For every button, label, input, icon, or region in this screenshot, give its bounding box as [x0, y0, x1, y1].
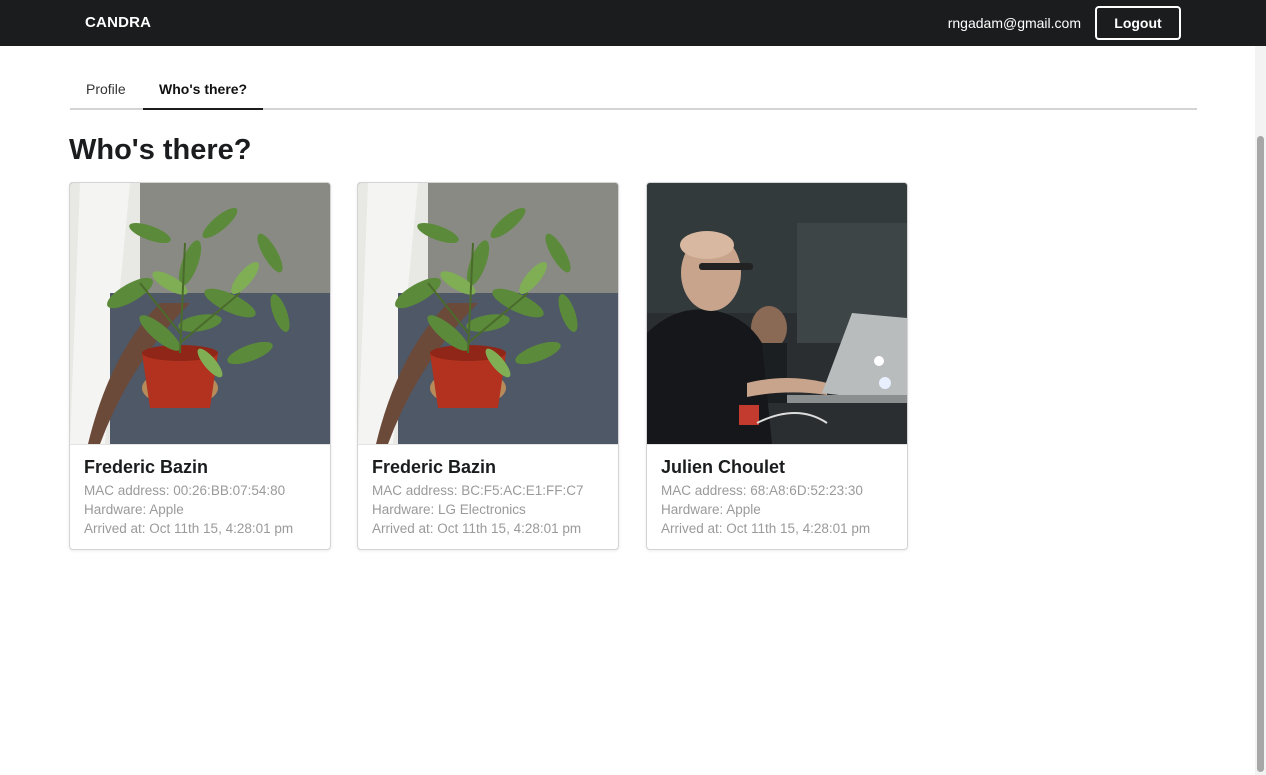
- tab-bar: Profile Who's there?: [70, 70, 1197, 110]
- device-card-body: Frederic Bazin MAC address: 00:26:BB:07:…: [70, 444, 330, 549]
- device-arrived-at: Arrived at: Oct 11th 15, 4:28:01 pm: [661, 521, 871, 536]
- tab-profile[interactable]: Profile: [70, 70, 142, 110]
- device-owner-name: Frederic Bazin: [372, 457, 497, 477]
- plant-photo: [358, 183, 618, 444]
- device-owner-name: Julien Choulet: [661, 457, 786, 477]
- plant-photo: [70, 183, 330, 444]
- device-mac: MAC address: 68:A8:6D:52:23:30: [661, 483, 863, 498]
- device-card-body: Frederic Bazin MAC address: BC:F5:AC:E1:…: [358, 444, 618, 549]
- device-mac: MAC address: 00:26:BB:07:54:80: [84, 483, 286, 498]
- device-arrived-at: Arrived at: Oct 11th 15, 4:28:01 pm: [372, 521, 582, 536]
- device-card-body: Julien Choulet MAC address: 68:A8:6D:52:…: [647, 444, 907, 549]
- device-hardware: Hardware: Apple: [84, 502, 184, 517]
- brand-logo[interactable]: CANDRA: [85, 14, 151, 31]
- logout-button[interactable]: Logout: [1095, 6, 1181, 40]
- top-nav-bar: CANDRA rngadam@gmail.com Logout: [0, 0, 1266, 46]
- device-arrived-at: Arrived at: Oct 11th 15, 4:28:01 pm: [84, 521, 294, 536]
- page-title: Who's there?: [69, 134, 252, 166]
- device-hardware: Hardware: Apple: [661, 502, 761, 517]
- device-hardware: Hardware: LG Electronics: [372, 502, 526, 517]
- device-mac: MAC address: BC:F5:AC:E1:FF:C7: [372, 483, 584, 498]
- device-card[interactable]: Julien Choulet MAC address: 68:A8:6D:52:…: [646, 182, 908, 550]
- person-photo: [647, 183, 907, 444]
- device-card[interactable]: Frederic Bazin MAC address: BC:F5:AC:E1:…: [357, 182, 619, 550]
- device-card[interactable]: Frederic Bazin MAC address: 00:26:BB:07:…: [69, 182, 331, 550]
- user-email: rngadam@gmail.com: [947, 15, 1081, 31]
- page-scrollbar-thumb[interactable]: [1257, 136, 1264, 772]
- tab-whos-there[interactable]: Who's there?: [143, 70, 264, 110]
- device-owner-name: Frederic Bazin: [84, 457, 209, 477]
